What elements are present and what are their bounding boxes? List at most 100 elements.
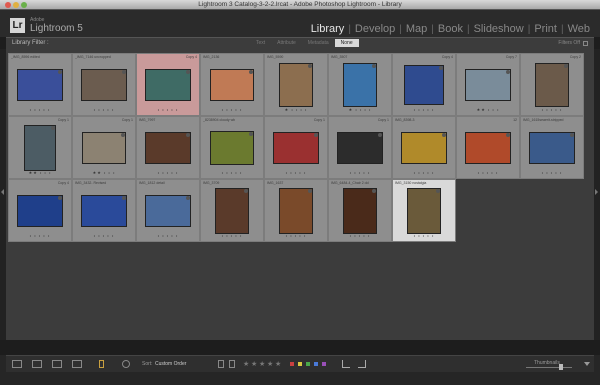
photo-badge-icon[interactable] — [244, 189, 248, 193]
photo-badge-icon[interactable] — [564, 64, 568, 68]
module-map[interactable]: Map — [402, 23, 431, 35]
photo-star-rating[interactable]: ★★ • • • — [9, 170, 71, 175]
photo-star-rating[interactable]: • • • • • — [73, 107, 135, 112]
photo-star-rating[interactable]: ★★ • • • — [73, 170, 135, 175]
photo-star-rating[interactable]: • • • • • — [521, 107, 583, 112]
photo-cell[interactable]: IMG_7997 • • • • • — [136, 116, 200, 179]
photo-cell[interactable]: IMG_3709 • • • • • — [200, 179, 264, 242]
photo-thumbnail[interactable] — [24, 125, 56, 171]
module-develop[interactable]: Develop — [351, 23, 399, 35]
color-label-swatch[interactable] — [314, 362, 318, 366]
photo-badge-icon[interactable] — [308, 189, 312, 193]
photo-badge-icon[interactable] — [186, 133, 190, 137]
photo-badge-icon[interactable] — [249, 132, 253, 136]
photo-thumbnail[interactable] — [407, 188, 441, 234]
compare-view-icon[interactable] — [52, 360, 62, 368]
module-print[interactable]: Print — [530, 23, 561, 35]
photo-cell[interactable]: IMG_3507 ★ • • • • — [328, 53, 392, 116]
photo-cell[interactable]: IMG_2136 • • • • • — [200, 53, 264, 116]
module-library[interactable]: Library — [307, 23, 349, 35]
photo-star-rating[interactable]: ★ • • • • — [265, 107, 327, 112]
photo-star-rating[interactable]: ★ • • • • — [329, 107, 391, 112]
photo-cell[interactable]: Copy 7 ★★ • • • — [456, 53, 520, 116]
painter-icon[interactable] — [99, 360, 104, 368]
filter-tab-none[interactable]: None — [334, 39, 359, 47]
photo-thumbnail[interactable] — [279, 63, 313, 107]
photo-badge-icon[interactable] — [186, 196, 190, 200]
module-web[interactable]: Web — [564, 23, 594, 35]
photo-badge-icon[interactable] — [122, 70, 126, 74]
star-rating-icon[interactable]: ★ — [243, 360, 249, 368]
photo-badge-icon[interactable] — [314, 133, 318, 137]
photo-cell[interactable]: IMG_1637 • • • • • — [264, 179, 328, 242]
photo-star-rating[interactable]: • • • • • — [329, 233, 391, 238]
color-label-swatch[interactable] — [322, 362, 326, 366]
module-book[interactable]: Book — [434, 23, 467, 35]
photo-badge-icon[interactable] — [51, 126, 55, 130]
thumbnail-size-knob[interactable] — [559, 364, 563, 370]
photo-cell[interactable]: Copy 1 • • • • • — [264, 116, 328, 179]
photo-thumbnail[interactable] — [535, 63, 569, 107]
photo-badge-icon[interactable] — [570, 133, 574, 137]
photo-badge-icon[interactable] — [506, 70, 510, 74]
photo-cell[interactable]: 12 • • • • • — [456, 116, 520, 179]
filter-tab-text[interactable]: Text — [250, 39, 271, 47]
photo-star-rating[interactable]: • • • • • — [137, 233, 199, 238]
photo-thumbnail[interactable] — [401, 132, 447, 164]
photo-thumbnail[interactable] — [465, 132, 511, 164]
photo-cell[interactable]: IMG_1615seaerit-stripped • • • • • — [520, 116, 584, 179]
star-rating-icon[interactable]: ★ — [251, 360, 257, 368]
photo-star-rating[interactable]: • • • • • — [201, 170, 263, 175]
photo-thumbnail[interactable] — [145, 132, 191, 164]
photo-thumbnail[interactable] — [343, 188, 377, 234]
photo-thumbnail[interactable] — [529, 132, 575, 164]
photo-star-rating[interactable]: • • • • • — [137, 107, 199, 112]
photo-badge-icon[interactable] — [436, 189, 440, 193]
photo-thumbnail[interactable] — [215, 188, 249, 234]
photo-cell[interactable]: Copy 4 • • • • • — [392, 53, 456, 116]
star-rating-icon[interactable]: ★ — [259, 360, 265, 368]
flag-pick-icon[interactable] — [218, 360, 224, 368]
toolbar-menu-chevron-icon[interactable] — [584, 362, 590, 366]
photo-badge-icon[interactable] — [186, 70, 190, 74]
photo-badge-icon[interactable] — [121, 133, 125, 137]
photo-star-rating[interactable]: • • • • • — [393, 233, 455, 238]
photo-cell[interactable]: Copy 1 ★★ • • • — [8, 116, 72, 179]
color-label-swatch[interactable] — [306, 362, 310, 366]
rotate-right-icon[interactable] — [358, 360, 366, 368]
photo-star-rating[interactable]: • • • • • — [393, 170, 455, 175]
photo-cell[interactable]: _IMG_7146 uncropped • • • • • — [72, 53, 136, 116]
photo-star-rating[interactable]: • • • • • — [201, 233, 263, 238]
photo-cell[interactable]: IMG_5590 ★ • • • • — [264, 53, 328, 116]
photo-badge-icon[interactable] — [372, 189, 376, 193]
photo-cell[interactable]: Copy 4 • • • • • — [8, 179, 72, 242]
photo-cell[interactable]: IMG_6484-4_Chair 2 dd • • • • • — [328, 179, 392, 242]
photo-star-rating[interactable]: • • • • • — [265, 170, 327, 175]
photo-badge-icon[interactable] — [439, 66, 443, 70]
photo-thumbnail[interactable] — [343, 63, 377, 107]
photo-thumbnail[interactable] — [210, 69, 254, 101]
survey-view-icon[interactable] — [72, 360, 82, 368]
photo-badge-icon[interactable] — [442, 133, 446, 137]
photo-thumbnail[interactable] — [279, 188, 313, 234]
photo-cell[interactable]: _IMG_8596 edited • • • • • — [8, 53, 72, 116]
filters-off-dropdown[interactable]: Filters Off — [558, 40, 580, 46]
photo-star-rating[interactable]: • • • • • — [201, 107, 263, 112]
rotate-left-icon[interactable] — [342, 360, 350, 368]
photo-star-rating[interactable]: • • • • • — [9, 233, 71, 238]
photo-thumbnail[interactable] — [337, 132, 383, 164]
photo-badge-icon[interactable] — [58, 196, 62, 200]
photo-star-rating[interactable]: • • • • • — [73, 233, 135, 238]
photo-thumbnail[interactable] — [17, 195, 63, 227]
photo-thumbnail[interactable] — [465, 69, 511, 101]
color-label-swatch[interactable] — [290, 362, 294, 366]
photo-star-rating[interactable]: • • • • • — [329, 170, 391, 175]
photo-star-rating[interactable]: • • • • • — [457, 170, 519, 175]
photo-star-rating[interactable]: • • • • • — [137, 170, 199, 175]
photo-badge-icon[interactable] — [249, 70, 253, 74]
photo-cell[interactable]: Copy 2 • • • • • — [520, 53, 584, 116]
photo-badge-icon[interactable] — [122, 196, 126, 200]
photo-thumbnail[interactable] — [145, 195, 191, 227]
loupe-view-icon[interactable] — [32, 360, 42, 368]
photo-star-rating[interactable]: • • • • • — [393, 107, 455, 112]
